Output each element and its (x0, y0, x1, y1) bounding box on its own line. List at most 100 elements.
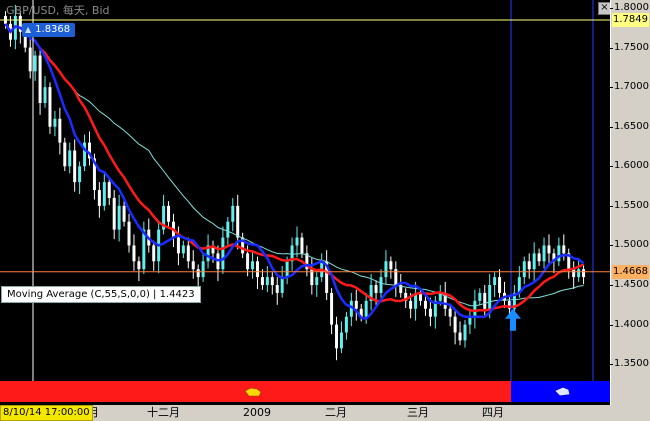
candle-body (186, 245, 190, 262)
candle-body (542, 245, 546, 262)
ma-slow-line (5, 23, 584, 307)
candle-body (191, 261, 195, 270)
candle-body (43, 87, 47, 103)
price-tick-label: 1.3500 (610, 358, 649, 370)
candle-body (117, 205, 121, 230)
candle-body (58, 118, 62, 143)
candle-body (493, 277, 497, 286)
price-chart (0, 0, 610, 402)
candle-body (463, 324, 467, 341)
candle-body (196, 269, 200, 278)
time-tick-label: 二月 (325, 406, 347, 419)
candle-body (275, 285, 279, 293)
candle-body (28, 47, 32, 72)
candle-body (354, 300, 358, 309)
candle-body (63, 142, 67, 167)
candle-body (344, 316, 348, 333)
candle-body (572, 269, 576, 278)
price-tick-label: 1.7500 (610, 41, 649, 53)
candle-body (181, 245, 185, 254)
candle-body (127, 221, 131, 246)
candle-body (260, 277, 264, 286)
candle-body (335, 324, 339, 349)
candle-body (473, 300, 477, 317)
ma-mid-line (4, 23, 585, 313)
candle-body (562, 245, 566, 254)
resistance-price-box: 1.7849 (612, 12, 649, 27)
candle-body (246, 253, 250, 270)
candle-body (201, 261, 205, 278)
candle-body (167, 205, 171, 222)
price-tick-label: 1.6500 (610, 120, 649, 132)
candle-body (488, 285, 492, 309)
candle-body (285, 261, 289, 278)
price-tick-label: 1.6000 (610, 160, 649, 172)
candle-body (315, 277, 319, 286)
candle-body (107, 182, 111, 198)
candle-body (478, 292, 482, 301)
time-tick-label: 2009 (243, 406, 271, 419)
candle-body (295, 237, 299, 246)
candle-body (428, 308, 432, 317)
candle-body (423, 300, 427, 309)
price-tick-label: 1.7000 (610, 81, 649, 93)
high-price-label: ▲ 1.8368 (22, 23, 76, 37)
candle-body (33, 55, 37, 72)
moving-average-legend[interactable]: Moving Average (C,55,S,0,0) | 1.4423 (1, 286, 201, 303)
candle-body (38, 55, 42, 103)
close-button[interactable]: × (598, 2, 610, 15)
candle-body (547, 245, 551, 254)
current-price-box: 1.4668 (612, 264, 649, 279)
candle-body (122, 205, 126, 222)
candle-body (483, 292, 487, 309)
candle-body (265, 277, 269, 286)
candle-body (453, 316, 457, 333)
candle-body (152, 245, 156, 262)
candle-body (137, 261, 141, 270)
chart-title: GBP/USD, 每天, Bid (6, 4, 110, 17)
price-tick-label: 1.5000 (610, 239, 649, 251)
ma-fast-line (4, 23, 585, 321)
candle-body (537, 253, 541, 262)
candle-body (132, 245, 136, 262)
candle-body (577, 269, 581, 278)
time-tick-label: 十二月 (147, 406, 180, 419)
candle-body (236, 205, 240, 238)
candle-body (389, 261, 393, 270)
chart-plot-area[interactable]: GBP/USD, 每天, Bid × ▲ 1.8368 Moving Averag… (0, 0, 610, 405)
candle-body (339, 332, 343, 349)
cursor-date-label: 8/10/14 17:00:00 (0, 405, 93, 421)
price-tick-label: 1.5500 (610, 199, 649, 211)
candle-body (527, 261, 531, 270)
chart-window: GBP/USD, 每天, Bid × ▲ 1.8368 Moving Averag… (0, 0, 650, 421)
candle-body (458, 332, 462, 341)
candle-body (231, 205, 235, 222)
candle-body (270, 277, 274, 286)
price-tick-label: 1.4500 (610, 279, 649, 291)
triangle-icon: ▲ (25, 25, 32, 34)
time-tick-label: 四月 (482, 406, 504, 419)
price-axis[interactable]: 1.8000 1.7500 1.7000 1.6500 1.6000 1.5500 1.50… (610, 0, 650, 405)
candle-body (557, 245, 561, 262)
candle-body (78, 166, 82, 183)
candle-body (379, 277, 383, 293)
candle-body (53, 118, 57, 127)
candle-body (522, 261, 526, 278)
candle-body (48, 87, 52, 127)
candle-body (409, 300, 413, 309)
candle-body (384, 261, 388, 278)
candle-body (221, 237, 225, 270)
candle-body (364, 300, 368, 317)
price-tick-label: 1.4000 (610, 318, 649, 330)
candle-body (448, 308, 452, 317)
candle-body (112, 197, 116, 230)
candle-body (97, 190, 101, 206)
time-tick-label: 三月 (407, 406, 429, 419)
candle-body (532, 253, 536, 270)
candle-body (582, 269, 586, 278)
candle-body (102, 182, 106, 206)
candle-body (226, 221, 230, 238)
candle-body (251, 261, 255, 270)
candle-body (176, 237, 180, 254)
candle-body (68, 150, 72, 167)
